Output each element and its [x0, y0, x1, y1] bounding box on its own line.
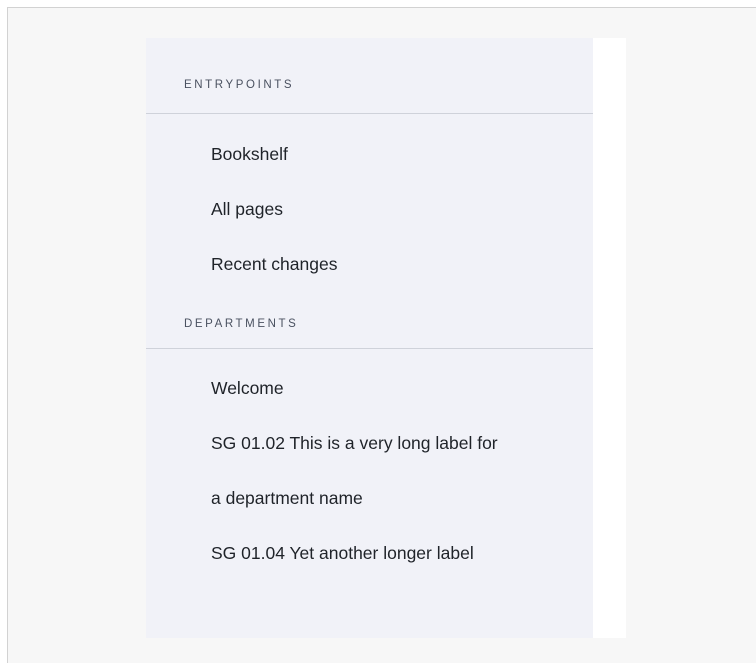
nav-item-sg-01-02[interactable]: SG 01.02 This is a very long label for — [211, 432, 498, 454]
nav-item-recent-changes[interactable]: Recent changes — [211, 253, 337, 275]
nav-item-bookshelf[interactable]: Bookshelf — [211, 143, 288, 165]
nav-item-welcome[interactable]: Welcome — [211, 377, 284, 399]
section-heading-entrypoints: ENTRYPOINTS — [146, 78, 593, 114]
content-gutter — [593, 38, 626, 638]
nav-item-all-pages[interactable]: All pages — [211, 198, 283, 220]
nav-item-sg-01-04[interactable]: SG 01.04 Yet another longer label — [211, 542, 474, 564]
nav-item-sg-01-02-continued[interactable]: a department name — [211, 487, 363, 509]
sidebar-nav: ENTRYPOINTS Bookshelf All pages Recent c… — [146, 38, 593, 638]
section-heading-departments: DEPARTMENTS — [146, 317, 593, 349]
